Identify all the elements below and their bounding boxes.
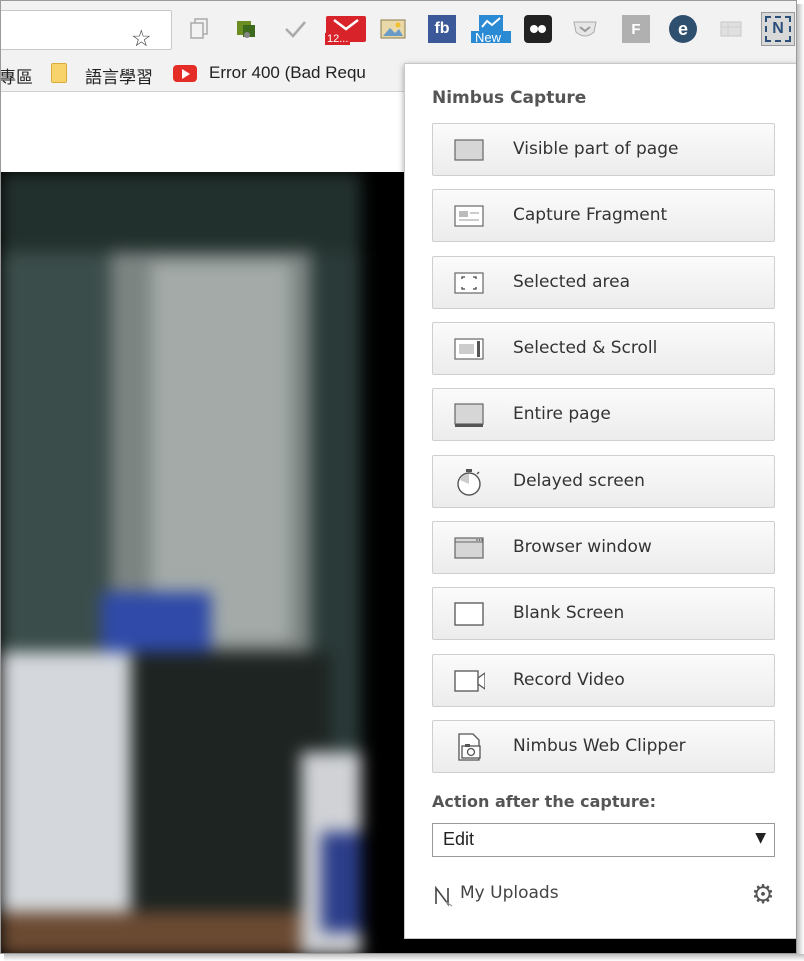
selected-area-icon [453, 270, 485, 296]
video-camera-icon [453, 668, 485, 694]
item-label: Browser window [513, 537, 652, 557]
new-extension-icon[interactable]: New [471, 15, 511, 45]
gmail-badge: 12... [325, 33, 351, 45]
entire-page-button[interactable]: Entire page [432, 388, 775, 441]
entire-page-icon [453, 402, 485, 428]
nimbus-extension-icon[interactable]: N [761, 12, 795, 46]
photo-extension-icon[interactable] [379, 15, 407, 43]
item-label: Nimbus Web Clipper [513, 736, 686, 756]
item-label: Selected & Scroll [513, 338, 658, 358]
item-label: Blank Screen [513, 603, 625, 623]
settings-gear-icon[interactable]: ⚙ [748, 880, 778, 910]
check-extension-icon[interactable] [281, 15, 309, 43]
dropdown-arrow-icon: ▼ [755, 830, 766, 846]
record-video-button[interactable]: Record Video [432, 654, 775, 707]
dots-extension-icon[interactable] [524, 15, 552, 43]
video-frame-image [1, 172, 361, 953]
pocket-extension-icon[interactable] [571, 15, 599, 43]
nimbus-n-glyph: N [765, 16, 791, 42]
my-uploads-label: My Uploads [460, 883, 559, 903]
item-label: Capture Fragment [513, 205, 668, 225]
e-extension-icon[interactable]: e [669, 15, 697, 43]
new-badge: New [475, 30, 502, 45]
browser-toolbar: ☆ 12... fb New F e N [1, 1, 796, 57]
selected-area-button[interactable]: Selected area [432, 256, 775, 309]
address-bar[interactable]: ☆ [1, 10, 172, 52]
bookmark-star-icon[interactable]: ☆ [131, 26, 152, 52]
nimbus-logo-icon [435, 885, 453, 907]
item-label: Selected area [513, 272, 631, 292]
selected-scroll-icon [453, 336, 485, 362]
fragment-icon [453, 203, 485, 229]
frame-shadow-right [797, 4, 804, 961]
blank-screen-icon [453, 601, 485, 627]
timer-icon [453, 469, 485, 496]
browser-window-icon [453, 535, 485, 561]
youtube-icon [173, 65, 197, 82]
bookmark-folder-language[interactable]: 語言學習 [85, 63, 153, 88]
copy-extension-icon[interactable] [186, 15, 214, 43]
browser-window-button[interactable]: Browser window [432, 521, 775, 574]
grid-extension-icon[interactable] [717, 15, 745, 43]
item-label: Record Video [513, 670, 625, 690]
nimbus-web-clipper-button[interactable]: Nimbus Web Clipper [432, 720, 775, 773]
select-value: Edit [443, 829, 475, 849]
action-after-capture-select[interactable]: Edit ▼ [432, 823, 775, 857]
f-extension-icon[interactable]: F [622, 15, 650, 43]
popup-title: Nimbus Capture [432, 88, 587, 108]
gmail-extension-icon[interactable]: 12... [325, 15, 367, 45]
web-clipper-icon [453, 733, 485, 761]
blank-screen-button[interactable]: Blank Screen [432, 587, 775, 640]
delayed-screen-button[interactable]: Delayed screen [432, 455, 775, 508]
action-after-capture-label: Action after the capture: [432, 792, 657, 811]
visible-page-icon [453, 137, 485, 163]
bookmark-error-400[interactable]: Error 400 (Bad Requ [209, 63, 366, 83]
green-extension-icon[interactable] [233, 15, 261, 43]
folder-icon [51, 63, 67, 83]
frame-shadow-bottom [4, 954, 804, 961]
item-label: Visible part of page [513, 139, 679, 159]
capture-fragment-button[interactable]: Capture Fragment [432, 189, 775, 242]
bookmark-item-1[interactable]: 專區 [1, 63, 33, 88]
browser-screenshot: ☆ 12... fb New F e N 專區 語言學習 Error 400 (… [0, 0, 797, 954]
capture-visible-part-button[interactable]: Visible part of page [432, 123, 775, 176]
nimbus-capture-popup: Nimbus Capture Visible part of page Capt… [404, 63, 796, 939]
selected-scroll-button[interactable]: Selected & Scroll [432, 322, 775, 375]
item-label: Delayed screen [513, 471, 645, 491]
facebook-extension-icon[interactable]: fb [428, 15, 456, 43]
item-label: Entire page [513, 404, 611, 424]
